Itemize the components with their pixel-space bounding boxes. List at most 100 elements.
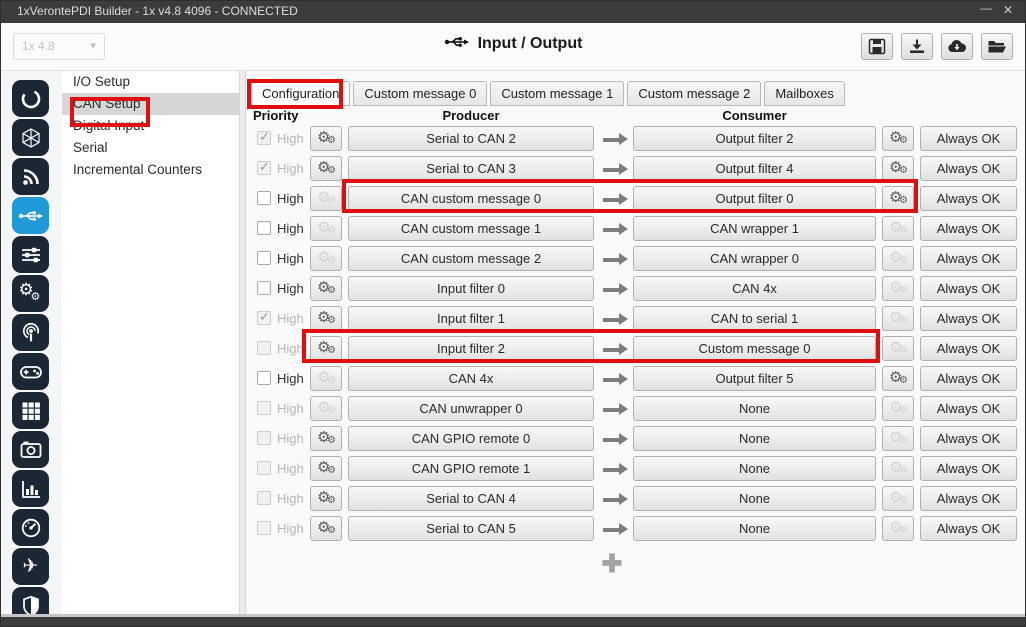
consumer-gear-button[interactable]: ⚙⚙ — [882, 276, 914, 301]
menu-item-incremental-counters[interactable]: Incremental Counters — [62, 159, 245, 181]
producer-button[interactable]: Serial to CAN 4 — [348, 486, 594, 511]
priority-checkbox[interactable]: ✓ — [257, 431, 271, 445]
menu-item-can-setup[interactable]: CAN Setup — [62, 93, 245, 115]
tab-configuration[interactable]: Configuration — [251, 81, 350, 106]
plane-icon[interactable]: ✈ — [12, 548, 49, 585]
producer-button[interactable]: Input filter 0 — [348, 276, 594, 301]
gauge-icon[interactable] — [12, 509, 49, 546]
menu-item-i-o-setup[interactable]: I/O Setup — [62, 71, 245, 93]
status-button[interactable]: Always OK — [920, 396, 1017, 421]
tab-mailboxes[interactable]: Mailboxes — [764, 81, 845, 106]
producer-button[interactable]: CAN unwrapper 0 — [348, 396, 594, 421]
priority-checkbox[interactable]: ✓ — [257, 371, 271, 385]
camera-icon[interactable] — [12, 431, 49, 468]
hexagon-wireframe-icon[interactable] — [12, 119, 49, 156]
producer-button[interactable]: CAN GPIO remote 1 — [348, 456, 594, 481]
consumer-button[interactable]: CAN to serial 1 — [633, 306, 876, 331]
consumer-gear-button[interactable]: ⚙⚙ — [882, 456, 914, 481]
consumer-gear-button[interactable]: ⚙⚙ — [882, 426, 914, 451]
gamepad-icon[interactable] — [12, 353, 49, 390]
rss-icon[interactable] — [12, 158, 49, 195]
menu-scrollbar[interactable] — [239, 71, 246, 616]
producer-gear-button[interactable]: ⚙⚙ — [310, 216, 342, 241]
producer-gear-button[interactable]: ⚙⚙ — [310, 306, 342, 331]
producer-button[interactable]: Serial to CAN 2 — [348, 126, 594, 151]
power-circle-icon[interactable] — [12, 80, 49, 117]
producer-gear-button[interactable]: ⚙⚙ — [310, 426, 342, 451]
menu-item-digital-input[interactable]: Digital Input — [62, 115, 245, 137]
status-button[interactable]: Always OK — [920, 366, 1017, 391]
consumer-button[interactable]: CAN 4x — [633, 276, 876, 301]
bar-chart-icon[interactable] — [12, 470, 49, 507]
producer-button[interactable]: CAN 4x — [348, 366, 594, 391]
consumer-button[interactable]: Output filter 2 — [633, 126, 876, 151]
close-button[interactable]: ✕ — [999, 3, 1017, 17]
consumer-button[interactable]: None — [633, 426, 876, 451]
producer-gear-button[interactable]: ⚙⚙ — [310, 276, 342, 301]
priority-checkbox[interactable]: ✓ — [257, 221, 271, 235]
consumer-button[interactable]: CAN wrapper 1 — [633, 216, 876, 241]
broadcast-icon[interactable] — [12, 314, 49, 351]
producer-gear-button[interactable]: ⚙⚙ — [310, 126, 342, 151]
consumer-gear-button[interactable]: ⚙⚙ — [882, 366, 914, 391]
priority-checkbox[interactable]: ✓ — [257, 401, 271, 415]
consumer-gear-button[interactable]: ⚙⚙ — [882, 246, 914, 271]
producer-gear-button[interactable]: ⚙⚙ — [310, 486, 342, 511]
producer-gear-button[interactable]: ⚙⚙ — [310, 336, 342, 361]
priority-checkbox[interactable]: ✓ — [257, 521, 271, 535]
producer-button[interactable]: CAN custom message 0 — [348, 186, 594, 211]
priority-checkbox[interactable]: ✓ — [257, 461, 271, 475]
consumer-button[interactable]: None — [633, 396, 876, 421]
priority-checkbox[interactable]: ✓ — [257, 251, 271, 265]
consumer-button[interactable]: Custom message 0 — [633, 336, 876, 361]
consumer-button[interactable]: None — [633, 516, 876, 541]
priority-checkbox[interactable]: ✓ — [257, 281, 271, 295]
status-button[interactable]: Always OK — [920, 246, 1017, 271]
status-button[interactable]: Always OK — [920, 306, 1017, 331]
tab-custom-message-1[interactable]: Custom message 1 — [490, 81, 624, 106]
status-button[interactable]: Always OK — [920, 126, 1017, 151]
priority-checkbox[interactable]: ✓ — [257, 491, 271, 505]
priority-checkbox[interactable]: ✓ — [257, 161, 271, 175]
producer-gear-button[interactable]: ⚙⚙ — [310, 156, 342, 181]
producer-button[interactable]: Input filter 1 — [348, 306, 594, 331]
tab-custom-message-0[interactable]: Custom message 0 — [353, 81, 487, 106]
consumer-button[interactable]: CAN wrapper 0 — [633, 246, 876, 271]
consumer-gear-button[interactable]: ⚙⚙ — [882, 186, 914, 211]
consumer-button[interactable]: Output filter 5 — [633, 366, 876, 391]
consumer-button[interactable]: Output filter 4 — [633, 156, 876, 181]
producer-button[interactable]: Serial to CAN 5 — [348, 516, 594, 541]
cloud-download-button[interactable] — [941, 33, 973, 60]
consumer-gear-button[interactable]: ⚙⚙ — [882, 516, 914, 541]
open-file-button[interactable] — [981, 33, 1013, 60]
consumer-gear-button[interactable]: ⚙⚙ — [882, 126, 914, 151]
status-button[interactable]: Always OK — [920, 336, 1017, 361]
status-button[interactable]: Always OK — [920, 516, 1017, 541]
status-button[interactable]: Always OK — [920, 216, 1017, 241]
producer-button[interactable]: Serial to CAN 3 — [348, 156, 594, 181]
import-button[interactable] — [901, 33, 933, 60]
status-button[interactable]: Always OK — [920, 426, 1017, 451]
consumer-gear-button[interactable]: ⚙⚙ — [882, 336, 914, 361]
consumer-button[interactable]: None — [633, 456, 876, 481]
priority-checkbox[interactable]: ✓ — [257, 311, 271, 325]
status-button[interactable]: Always OK — [920, 186, 1017, 211]
usb-icon[interactable] — [12, 197, 49, 234]
priority-checkbox[interactable]: ✓ — [257, 191, 271, 205]
consumer-gear-button[interactable]: ⚙⚙ — [882, 486, 914, 511]
consumer-gear-button[interactable]: ⚙⚙ — [882, 306, 914, 331]
producer-gear-button[interactable]: ⚙⚙ — [310, 456, 342, 481]
consumer-gear-button[interactable]: ⚙⚙ — [882, 216, 914, 241]
priority-checkbox[interactable]: ✓ — [257, 131, 271, 145]
grid-icon[interactable] — [12, 392, 49, 429]
priority-checkbox[interactable]: ✓ — [257, 341, 271, 355]
gears-icon[interactable]: ⚙⚙ — [12, 275, 49, 312]
save-button[interactable] — [861, 33, 893, 60]
producer-gear-button[interactable]: ⚙⚙ — [310, 396, 342, 421]
producer-button[interactable]: Input filter 2 — [348, 336, 594, 361]
status-button[interactable]: Always OK — [920, 276, 1017, 301]
consumer-gear-button[interactable]: ⚙⚙ — [882, 156, 914, 181]
menu-item-serial[interactable]: Serial — [62, 137, 245, 159]
consumer-button[interactable]: None — [633, 486, 876, 511]
producer-gear-button[interactable]: ⚙⚙ — [310, 246, 342, 271]
